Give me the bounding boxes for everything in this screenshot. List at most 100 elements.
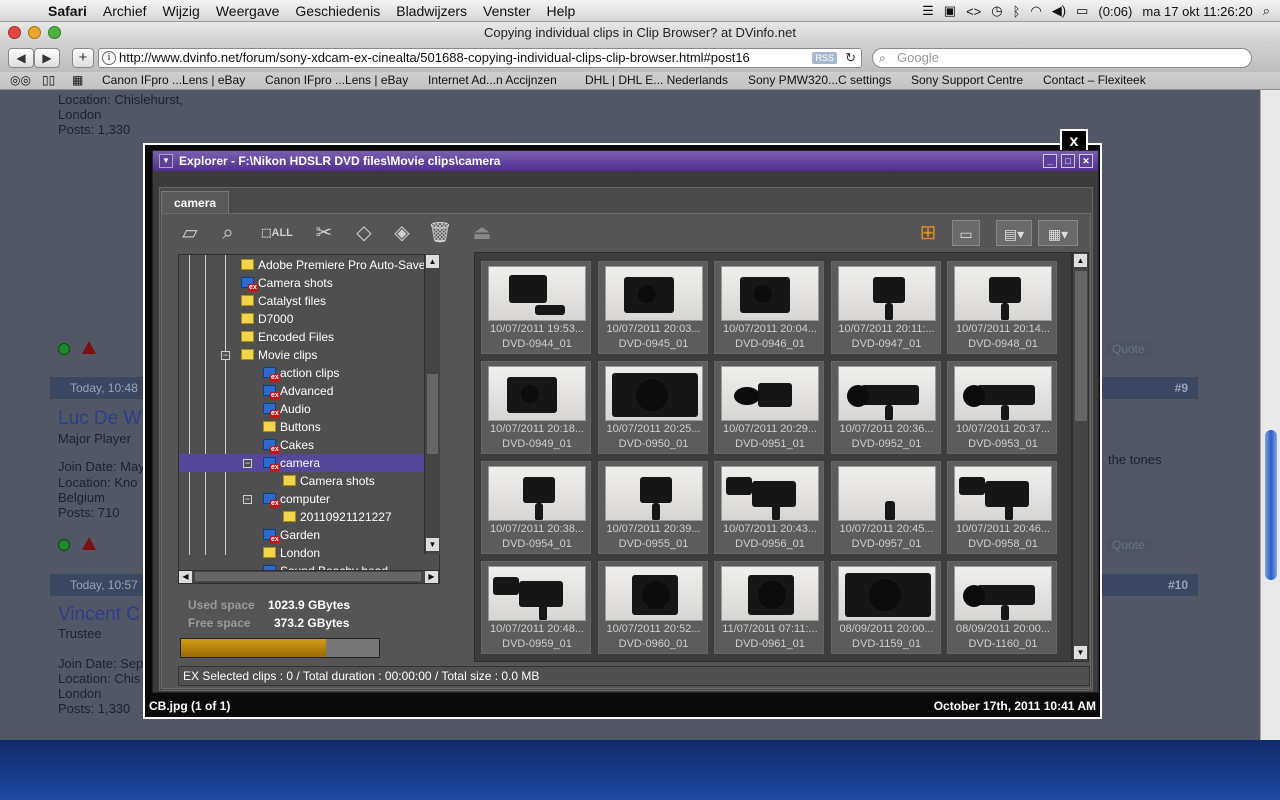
code-icon[interactable]: <>	[966, 4, 981, 19]
window-menu-icon[interactable]: ▼	[159, 154, 173, 168]
address-bar[interactable]: i http://www.dvinfo.net/forum/sony-xdcam…	[98, 48, 862, 68]
tree-view-icon[interactable]: ⊞	[914, 220, 942, 246]
tree-item[interactable]: Encoded Files	[179, 328, 439, 346]
layout-mode-icon[interactable]: ▦▾	[1038, 220, 1078, 246]
scroll-left-icon[interactable]: ◀	[179, 571, 192, 583]
bookmark-item[interactable]: Canon IFpro ...Lens | eBay	[265, 73, 408, 87]
minimize-window-icon[interactable]	[28, 26, 41, 39]
clip-thumbnail[interactable]: 10/07/2011 19:53... DVD-0944_01	[481, 261, 591, 354]
bookmark-item[interactable]: Sony Support Centre	[911, 73, 1023, 87]
spotlight-icon[interactable]: ⌕	[1263, 3, 1270, 19]
menu-safari[interactable]: Safari	[40, 0, 95, 22]
bookmark-item[interactable]: Internet Ad...n Accijnzen	[428, 73, 557, 87]
clip-thumbnail[interactable]: 08/09/2011 20:00... DVD-1160_01	[947, 561, 1057, 654]
tree-item[interactable]: Adobe Premiere Pro Auto-Save	[179, 256, 439, 274]
tree-hscroll-thumb[interactable]	[195, 572, 421, 581]
top-sites-icon[interactable]: ▦	[72, 73, 83, 87]
tree-item[interactable]: − ex camera	[179, 454, 439, 472]
tree-item[interactable]: ex action clips	[179, 364, 439, 382]
scroll-up-icon[interactable]: ▲	[426, 255, 439, 268]
clip-thumbnail[interactable]: 10/07/2011 20:11:... DVD-0947_01	[830, 261, 941, 354]
site-info-icon[interactable]: i	[102, 51, 116, 65]
scroll-up-icon[interactable]: ▲	[1074, 254, 1087, 267]
eject-icon[interactable]: ⏏	[468, 220, 496, 246]
volume-icon[interactable]: ◀)	[1052, 3, 1066, 19]
report-post-icon[interactable]	[82, 537, 96, 550]
close-window-icon[interactable]	[8, 26, 21, 39]
report-post-icon[interactable]	[82, 341, 96, 354]
close-icon[interactable]: ✕	[1079, 154, 1093, 168]
quote-button[interactable]: Quote	[1106, 342, 1151, 356]
search-field[interactable]: ⌕ Google	[872, 48, 1252, 68]
bookmark-item[interactable]: Canon IFpro ...Lens | eBay	[102, 73, 245, 87]
back-button[interactable]: ◀	[8, 48, 34, 68]
clip-thumbnail[interactable]: 11/07/2011 07:11:... DVD-0961_01	[714, 561, 824, 654]
page-scrollbar-thumb[interactable]	[1265, 430, 1277, 580]
post-number[interactable]: #10	[1168, 574, 1188, 596]
collapse-icon[interactable]: −	[243, 459, 252, 468]
select-all-button[interactable]: ⬚ALL	[254, 220, 300, 246]
reading-list-icon[interactable]: ◎◎	[10, 73, 31, 87]
tree-item[interactable]: Camera shots	[179, 472, 439, 490]
bookmark-item[interactable]: Contact – Flexiteek	[1043, 73, 1146, 87]
clip-thumbnail[interactable]: 10/07/2011 20:25... DVD-0950_01	[597, 361, 708, 454]
grid-scroll-thumb[interactable]	[1075, 271, 1087, 421]
tree-item[interactable]: ex Cakes	[179, 436, 439, 454]
tree-item[interactable]: − Movie clips	[179, 346, 439, 364]
search-clips-icon[interactable]: ⌕	[214, 220, 242, 246]
tree-item[interactable]: Catalyst files	[179, 292, 439, 310]
battery-icon[interactable]: ▭	[1076, 3, 1088, 19]
clip-thumbnail[interactable]: 10/07/2011 20:14... DVD-0948_01	[947, 261, 1057, 354]
clip-thumbnail[interactable]: 10/07/2011 20:37... DVD-0953_01	[947, 361, 1057, 454]
scroll-down-icon[interactable]: ▼	[1074, 646, 1087, 659]
bookmarks-book-icon[interactable]: ▯▯	[42, 73, 55, 87]
tree-item[interactable]: ex Camera shots	[179, 274, 439, 292]
clip-thumbnail[interactable]: 10/07/2011 20:18... DVD-0949_01	[481, 361, 591, 454]
rss-badge[interactable]: RSS	[812, 52, 837, 64]
maximize-icon[interactable]: □	[1061, 154, 1075, 168]
bookmark-item[interactable]: DHL | DHL E... Nederlands	[585, 73, 728, 87]
scroll-right-icon[interactable]: ▶	[425, 571, 438, 583]
collapse-icon[interactable]: −	[221, 351, 230, 360]
zoom-window-icon[interactable]	[48, 26, 61, 39]
tree-item[interactable]: − ex computer	[179, 490, 439, 508]
tree-item[interactable]: Buttons	[179, 418, 439, 436]
paste-icon[interactable]: ◈	[388, 220, 416, 246]
tree-item[interactable]: ex Audio	[179, 400, 439, 418]
clip-thumbnail[interactable]: 10/07/2011 20:38... DVD-0954_01	[481, 461, 591, 554]
clip-thumbnail[interactable]: 10/07/2011 20:45... DVD-0957_01	[830, 461, 941, 554]
tree-item[interactable]: ex Advanced	[179, 382, 439, 400]
cut-icon[interactable]: ✂	[310, 220, 338, 246]
clip-thumbnail[interactable]: 10/07/2011 20:52... DVD-0960_01	[597, 561, 708, 654]
card-view-icon[interactable]: ▭	[952, 220, 980, 246]
clip-thumbnail[interactable]: 10/07/2011 20:46... DVD-0958_01	[947, 461, 1057, 554]
new-folder-icon[interactable]: ▱	[176, 220, 204, 246]
menu-geschiedenis[interactable]: Geschiedenis	[287, 0, 388, 22]
clip-thumbnail[interactable]: 10/07/2011 20:03... DVD-0945_01	[597, 261, 708, 354]
collapse-icon[interactable]: −	[243, 495, 252, 504]
reload-icon[interactable]: ↻	[845, 49, 856, 67]
quote-button[interactable]: Quote	[1106, 538, 1151, 552]
tree-item[interactable]: D7000	[179, 310, 439, 328]
menubar-clock[interactable]: ma 17 okt 11:26:20	[1142, 4, 1252, 19]
clip-thumbnail[interactable]: 10/07/2011 20:29... DVD-0951_01	[714, 361, 824, 454]
wifi-icon[interactable]: ◠	[1030, 3, 1041, 19]
post-author-name[interactable]: Luc De W	[58, 408, 141, 430]
clip-thumbnail[interactable]: 10/07/2011 20:36... DVD-0952_01	[830, 361, 941, 454]
clip-thumbnail[interactable]: 10/07/2011 20:04... DVD-0946_01	[714, 261, 824, 354]
clip-thumbnail[interactable]: 10/07/2011 20:48... DVD-0959_01	[481, 561, 591, 654]
tree-vertical-scrollbar[interactable]: ▲ ▼	[424, 254, 440, 554]
spaces-icon[interactable]: ☰	[922, 3, 934, 19]
menu-wijzig[interactable]: Wijzig	[155, 0, 208, 22]
tree-horizontal-scrollbar[interactable]: ◀ ▶	[178, 570, 440, 584]
menu-bladwijzers[interactable]: Bladwijzers	[388, 0, 475, 22]
copy-icon[interactable]: ◇	[350, 220, 378, 246]
bluetooth-icon[interactable]: ᛒ	[1013, 4, 1021, 19]
calendar-icon[interactable]: ▣	[944, 3, 956, 19]
bookmark-item[interactable]: Sony PMW320...C settings	[748, 73, 891, 87]
grid-scrollbar[interactable]: ▲ ▼	[1072, 252, 1089, 662]
clip-thumbnail[interactable]: 10/07/2011 20:39... DVD-0955_01	[597, 461, 708, 554]
forward-button[interactable]: ▶	[34, 48, 60, 68]
scroll-down-icon[interactable]: ▼	[426, 538, 439, 551]
tree-item[interactable]: 20110921121227	[179, 508, 439, 526]
